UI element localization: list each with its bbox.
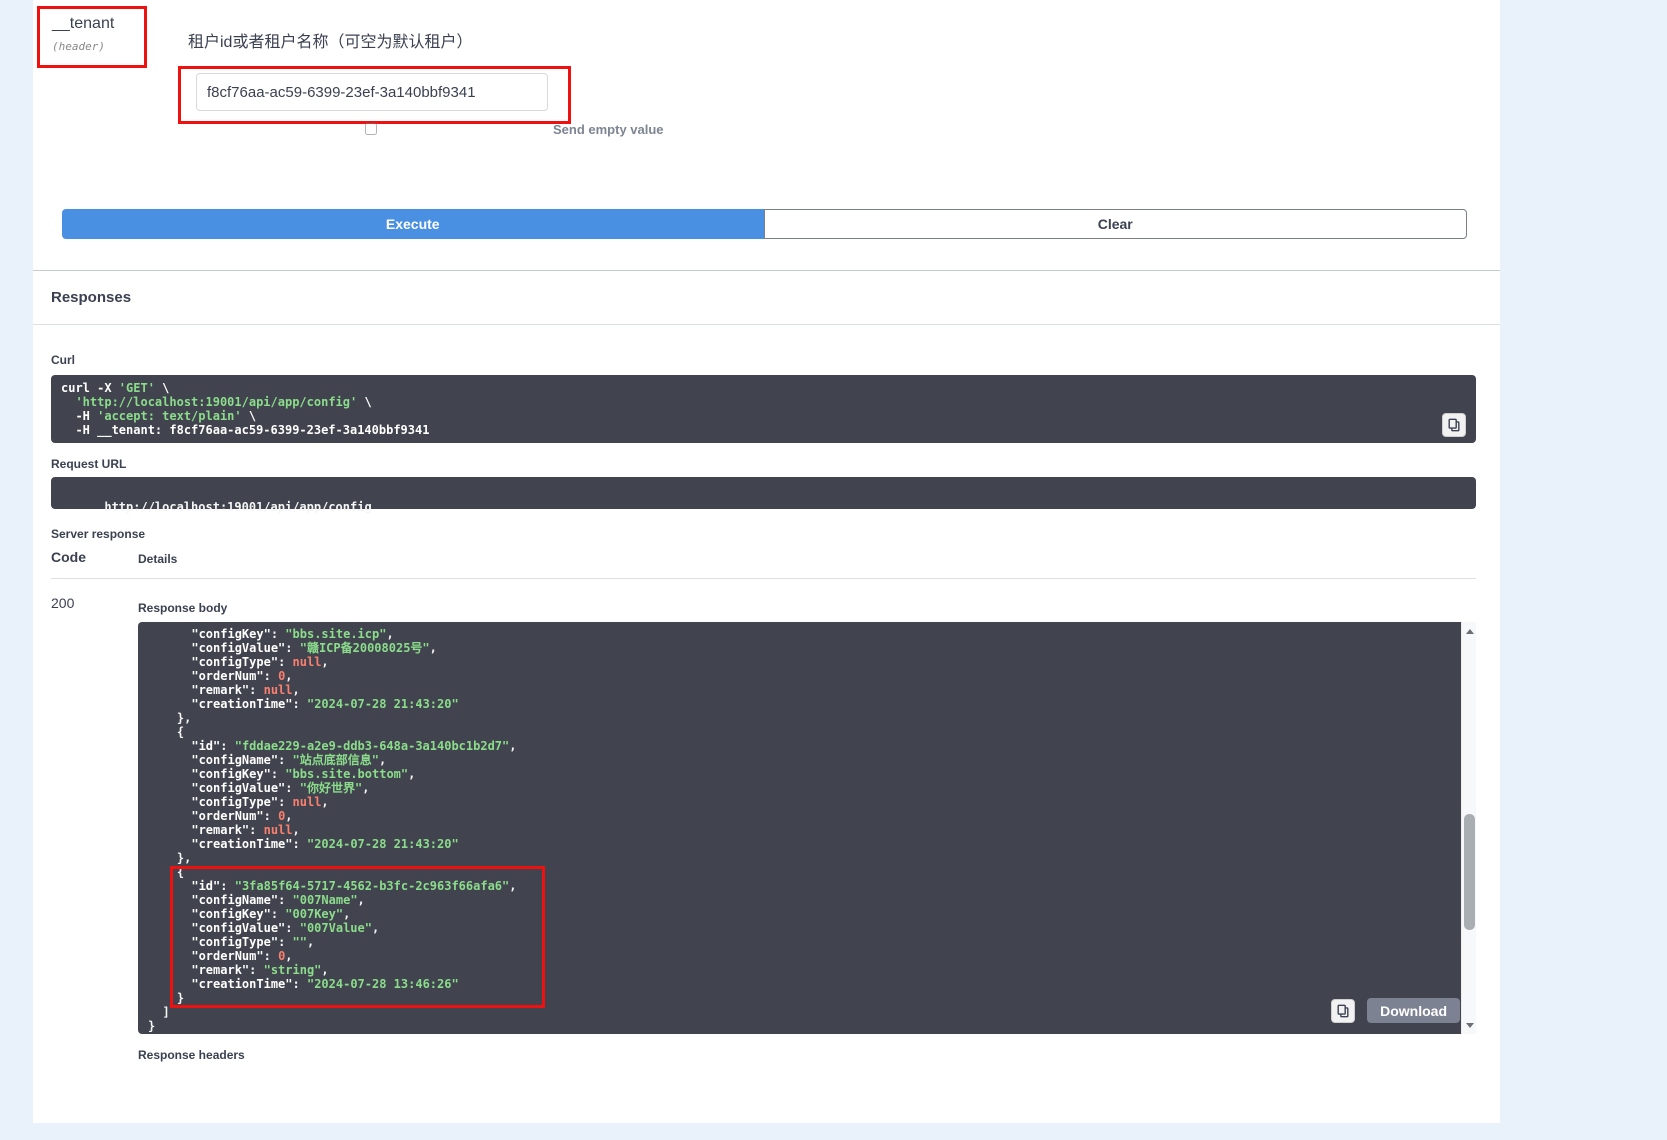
- server-response-table-header: Code Details: [51, 549, 1476, 579]
- curl-line: -H __tenant: f8cf76aa-ac59-6399-23ef-3a1…: [61, 423, 1436, 437]
- execute-button[interactable]: Execute: [62, 209, 764, 239]
- scrollbar-thumb[interactable]: [1464, 814, 1475, 930]
- scroll-down-arrow-icon[interactable]: [1462, 1018, 1477, 1032]
- json-line: "creationTime": "2024-07-28 21:43:20": [148, 697, 1451, 711]
- json-line: "id": "fddae229-a2e9-ddb3-648a-3a140bc1b…: [148, 739, 1451, 753]
- parameter-location: (header): [52, 40, 136, 53]
- json-line: {: [148, 865, 1451, 879]
- annotation-box-tenant-input: [178, 66, 571, 124]
- server-response-table: Code Details 200 Response body "configKe…: [51, 549, 1476, 1062]
- clipboard-icon: [1447, 418, 1461, 432]
- json-line: ]: [148, 1005, 1451, 1019]
- request-url-block: http://localhost:19001/api/app/config: [51, 477, 1476, 509]
- json-line: },: [148, 711, 1451, 725]
- curl-line: curl -X 'GET' \: [61, 381, 1436, 395]
- json-line: "creationTime": "2024-07-28 21:43:20": [148, 837, 1451, 851]
- response-body-label: Response body: [138, 601, 1476, 615]
- response-body-scrollbar[interactable]: [1461, 622, 1476, 1034]
- parameter-name: __tenant: [52, 15, 136, 33]
- json-line: "orderNum": 0,: [148, 809, 1451, 823]
- json-line: "remark": "string",: [148, 963, 1451, 977]
- json-line: },: [148, 851, 1451, 865]
- clipboard-icon: [1336, 1004, 1350, 1018]
- annotation-box-tenant-param: __tenant (header): [37, 6, 147, 68]
- curl-copy-button[interactable]: [1442, 413, 1466, 437]
- json-line: "creationTime": "2024-07-28 13:46:26": [148, 977, 1451, 991]
- server-response-row: 200 Response body "configKey": "bbs.site…: [51, 579, 1476, 1062]
- response-body-controls: Download: [1331, 998, 1460, 1023]
- send-empty-label: Send empty value: [553, 122, 664, 137]
- server-response-label: Server response: [51, 527, 1476, 541]
- json-line: "configKey": "bbs.site.bottom",: [148, 767, 1451, 781]
- response-headers-label: Response headers: [138, 1048, 1476, 1062]
- json-line: "configValue": "你好世界",: [148, 781, 1451, 795]
- json-line: "configType": "",: [148, 935, 1451, 949]
- request-url-value: http://localhost:19001/api/app/config: [104, 500, 371, 514]
- json-line: "configValue": "赣ICP备20008025号",: [148, 641, 1451, 655]
- parameter-description: 租户id或者租户名称（可空为默认租户）: [188, 28, 472, 52]
- json-line: }: [148, 1019, 1451, 1033]
- tenant-input[interactable]: [196, 73, 548, 111]
- curl-label: Curl: [51, 353, 1476, 367]
- status-code: 200: [51, 579, 138, 1062]
- curl-line: 'http://localhost:19001/api/app/config' …: [61, 395, 1436, 409]
- responses-title: Responses: [51, 289, 131, 306]
- json-line: "configType": null,: [148, 655, 1451, 669]
- responses-header: Responses: [33, 270, 1500, 325]
- scroll-up-arrow-icon[interactable]: [1462, 624, 1477, 638]
- json-line: "configType": null,: [148, 795, 1451, 809]
- curl-code-block: curl -X 'GET' \ 'http://localhost:19001/…: [51, 375, 1476, 443]
- json-line: "configKey": "007Key",: [148, 907, 1451, 921]
- response-copy-button[interactable]: [1331, 999, 1355, 1023]
- json-line: "orderNum": 0,: [148, 949, 1451, 963]
- swagger-operation-panel: __tenant (header) 租户id或者租户名称（可空为默认租户） Se…: [33, 0, 1500, 1123]
- response-details-cell: Response body "configKey": "bbs.site.icp…: [138, 579, 1476, 1062]
- parameters-section: __tenant (header) 租户id或者租户名称（可空为默认租户） Se…: [33, 0, 1500, 209]
- json-line: "remark": null,: [148, 823, 1451, 837]
- json-line: "orderNum": 0,: [148, 669, 1451, 683]
- download-button[interactable]: Download: [1367, 998, 1460, 1023]
- responses-body: Curl curl -X 'GET' \ 'http://localhost:1…: [33, 353, 1500, 1062]
- json-line: "id": "3fa85f64-5717-4562-b3fc-2c963f66a…: [148, 879, 1451, 893]
- json-line: }: [148, 991, 1451, 1005]
- curl-line: -H 'accept: text/plain' \: [61, 409, 1436, 423]
- curl-command: curl -X 'GET' \ 'http://localhost:19001/…: [61, 381, 1436, 437]
- json-line: {: [148, 725, 1451, 739]
- json-line: "configName": "站点底部信息",: [148, 753, 1451, 767]
- response-body-json: "configKey": "bbs.site.icp", "configValu…: [138, 622, 1461, 1034]
- json-line: "configName": "007Name",: [148, 893, 1451, 907]
- json-line: "configValue": "007Value",: [148, 921, 1451, 935]
- send-empty-checkbox[interactable]: [365, 123, 377, 135]
- request-url-label: Request URL: [51, 457, 1476, 471]
- clear-button[interactable]: Clear: [764, 209, 1468, 239]
- json-line: "remark": null,: [148, 683, 1451, 697]
- details-column-header: Details: [138, 549, 177, 566]
- response-body-block: "configKey": "bbs.site.icp", "configValu…: [138, 622, 1476, 1034]
- code-column-header: Code: [51, 549, 138, 566]
- json-line: "configKey": "bbs.site.icp",: [148, 627, 1451, 641]
- execute-row: Execute Clear: [62, 209, 1467, 239]
